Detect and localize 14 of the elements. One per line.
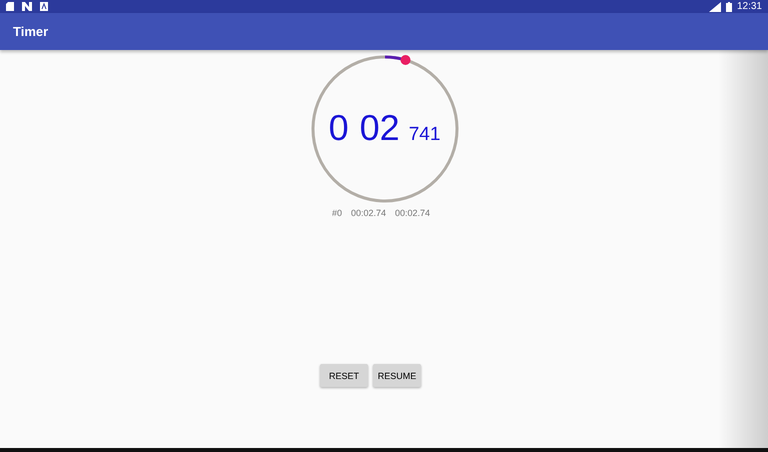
lap-number: #0 <box>332 208 342 218</box>
clock-time: 12:31 <box>736 1 762 12</box>
milliseconds-text: 741 <box>408 124 440 146</box>
progress-handle <box>400 54 410 65</box>
battery-icon <box>726 2 732 12</box>
total-time: 00:02.74 <box>395 208 430 218</box>
sd-card-icon <box>6 2 14 11</box>
n-icon <box>22 2 32 11</box>
lap-time: 00:02.74 <box>350 208 386 218</box>
minutes-text: 0 <box>328 109 349 147</box>
app-title: Timer <box>13 24 48 39</box>
reset-button[interactable]: RESET <box>320 364 368 387</box>
resume-button[interactable]: RESUME <box>373 364 421 387</box>
seconds-text: 02 <box>360 109 400 147</box>
